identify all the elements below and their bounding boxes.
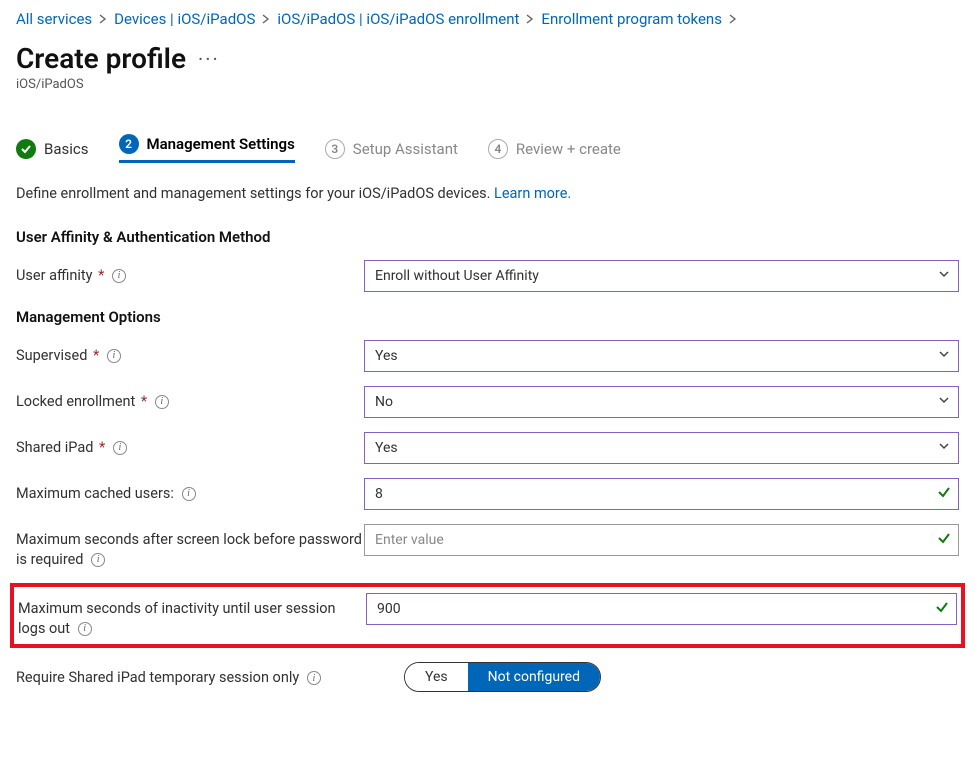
label-max-seconds-lock: Maximum seconds after screen lock before…	[16, 531, 362, 568]
breadcrumb-enrollment-tokens[interactable]: Enrollment program tokens	[541, 10, 722, 28]
required-marker: *	[141, 393, 147, 410]
chevron-down-icon	[938, 394, 950, 410]
label-max-inactivity: Maximum seconds of inactivity until user…	[18, 600, 336, 637]
highlighted-field: Maximum seconds of inactivity until user…	[10, 583, 965, 648]
select-value: Yes	[375, 348, 398, 364]
checkmark-icon	[937, 485, 951, 503]
chevron-down-icon	[938, 348, 950, 364]
label-user-affinity: User affinity	[16, 267, 93, 284]
step-management-settings[interactable]: 2 Management Settings	[119, 134, 295, 163]
breadcrumb: All services Devices | iOS/iPadOS iOS/iP…	[16, 10, 959, 28]
step-label: Review + create	[516, 140, 621, 158]
label-shared-ipad: Shared iPad	[16, 439, 93, 456]
require-temp-session-toggle: Yes Not configured	[404, 662, 601, 692]
step-setup-assistant[interactable]: 3 Setup Assistant	[325, 139, 458, 159]
step-number-icon: 2	[119, 134, 139, 154]
max-cached-users-input[interactable]	[364, 478, 959, 510]
label-supervised: Supervised	[16, 347, 87, 364]
required-marker: *	[93, 347, 99, 364]
step-basics[interactable]: Basics	[16, 139, 89, 159]
checkmark-icon	[935, 600, 949, 618]
page-description: Define enrollment and management setting…	[16, 185, 959, 202]
checkmark-icon	[16, 139, 36, 159]
step-number-icon: 4	[488, 139, 508, 159]
breadcrumb-ios-enrollment[interactable]: iOS/iPadOS | iOS/iPadOS enrollment	[277, 10, 519, 28]
more-actions-button[interactable]: ···	[198, 49, 220, 69]
breadcrumb-all-services[interactable]: All services	[16, 10, 92, 28]
section-heading-management: Management Options	[16, 308, 959, 326]
section-heading-affinity: User Affinity & Authentication Method	[16, 228, 959, 246]
info-icon[interactable]: i	[182, 487, 196, 501]
toggle-option-not-configured[interactable]: Not configured	[468, 663, 600, 691]
step-label: Basics	[44, 140, 89, 158]
select-value: Yes	[375, 440, 398, 456]
info-icon[interactable]: i	[112, 269, 126, 283]
user-affinity-select[interactable]: Enroll without User Affinity	[364, 260, 959, 292]
checkmark-icon	[937, 531, 951, 549]
wizard-steps: Basics 2 Management Settings 3 Setup Ass…	[16, 134, 959, 163]
label-locked-enrollment: Locked enrollment	[16, 393, 135, 410]
label-require-temp-session: Require Shared iPad temporary session on…	[16, 669, 299, 686]
select-value: No	[375, 394, 393, 410]
step-label: Setup Assistant	[353, 140, 458, 158]
locked-enrollment-select[interactable]: No	[364, 386, 959, 418]
shared-ipad-select[interactable]: Yes	[364, 432, 959, 464]
learn-more-link[interactable]: Learn more.	[494, 185, 571, 202]
page-title: Create profile	[16, 42, 186, 75]
step-review-create[interactable]: 4 Review + create	[488, 139, 621, 159]
step-label: Management Settings	[147, 135, 295, 153]
max-seconds-lock-input[interactable]	[364, 524, 959, 556]
toggle-option-yes[interactable]: Yes	[405, 663, 468, 691]
info-icon[interactable]: i	[155, 395, 169, 409]
required-marker: *	[99, 439, 105, 456]
chevron-down-icon	[938, 440, 950, 456]
info-icon[interactable]: i	[107, 349, 121, 363]
info-icon[interactable]: i	[307, 671, 321, 685]
label-max-cached-users: Maximum cached users:	[16, 485, 174, 502]
chevron-right-icon	[261, 10, 271, 28]
max-inactivity-input[interactable]	[366, 593, 957, 625]
info-icon[interactable]: i	[113, 441, 127, 455]
page-subtitle: iOS/iPadOS	[16, 77, 959, 92]
info-icon[interactable]: i	[78, 622, 92, 636]
step-number-icon: 3	[325, 139, 345, 159]
chevron-right-icon	[525, 10, 535, 28]
chevron-right-icon	[98, 10, 108, 28]
chevron-down-icon	[938, 268, 950, 284]
chevron-right-icon	[728, 10, 738, 28]
required-marker: *	[98, 267, 104, 284]
select-value: Enroll without User Affinity	[375, 268, 539, 284]
info-icon[interactable]: i	[91, 553, 105, 567]
breadcrumb-devices-ios[interactable]: Devices | iOS/iPadOS	[114, 10, 255, 28]
supervised-select[interactable]: Yes	[364, 340, 959, 372]
